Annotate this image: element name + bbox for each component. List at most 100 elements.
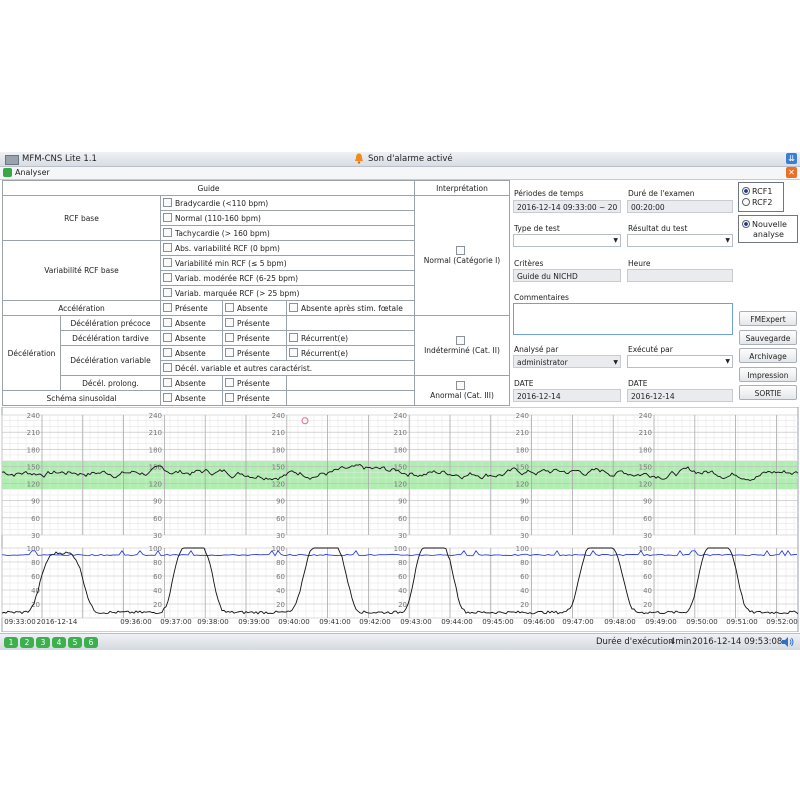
- dec-precoce-label: Décélération précoce: [60, 315, 161, 331]
- prol-absente-option[interactable]: Absente: [160, 375, 223, 391]
- page-tab-6[interactable]: 6: [84, 637, 98, 648]
- dropdown-arrow-icon: ▼: [613, 359, 618, 366]
- checkbox[interactable]: [163, 348, 172, 357]
- interp-anormal-cell[interactable]: Anormal (Cat. III): [414, 375, 510, 406]
- checkbox[interactable]: [163, 333, 172, 342]
- impression-button[interactable]: Impression: [739, 367, 797, 382]
- checkbox[interactable]: [163, 378, 172, 387]
- checkbox[interactable]: [163, 303, 172, 312]
- type-test-dropdown[interactable]: ▼: [513, 234, 621, 247]
- radio-selected[interactable]: [742, 220, 750, 228]
- nouvelle-analyse-radio[interactable]: Nouvelle: [742, 220, 787, 229]
- prec-presente-option[interactable]: Présente: [222, 315, 287, 331]
- checkbox[interactable]: [225, 333, 234, 342]
- normal-rate-option[interactable]: Normal (110-160 bpm): [160, 210, 415, 226]
- page-tab-1[interactable]: 1: [4, 637, 18, 648]
- checkbox[interactable]: [163, 198, 172, 207]
- execute-par-dropdown[interactable]: ▼: [627, 355, 733, 368]
- checkbox[interactable]: [289, 348, 298, 357]
- recurrent-label: Récurrent(e): [301, 334, 349, 343]
- checkbox[interactable]: [163, 318, 172, 327]
- checkbox[interactable]: [163, 213, 172, 222]
- tard-absente-option[interactable]: Absente: [160, 330, 223, 346]
- tard-presente-option[interactable]: Présente: [222, 330, 287, 346]
- guide-table: Guide Interprétation RCF base Bradycardi…: [2, 180, 510, 406]
- checkbox[interactable]: [163, 273, 172, 282]
- sin-presente-option[interactable]: Présente: [222, 390, 287, 406]
- checkbox[interactable]: [225, 348, 234, 357]
- checkbox[interactable]: [163, 258, 172, 267]
- dec-var-autres-option[interactable]: Décél. variable et autres caractérist.: [160, 360, 415, 376]
- periodes-field[interactable]: 2016-12-14 09:33:00 ~ 20: [513, 200, 621, 213]
- sortie-button[interactable]: SORTIE: [739, 385, 797, 400]
- fhr-tick-label: 120: [639, 481, 652, 489]
- fhr-tick-label: 90: [153, 498, 162, 506]
- rcf1-radio[interactable]: RCF1: [742, 187, 772, 196]
- heure-field[interactable]: [627, 269, 733, 282]
- acc-absente-stim-option[interactable]: Absente après stim. fœtale: [286, 300, 415, 316]
- var-presente-option[interactable]: Présente: [222, 345, 287, 361]
- var-mod-option[interactable]: Variab. modérée RCF (6-25 bpm): [160, 270, 415, 286]
- resultat-label: Résultat du test: [628, 224, 688, 233]
- tard-recurrent-option[interactable]: Récurrent(e): [286, 330, 415, 346]
- time-label: 09:36:00: [120, 618, 151, 626]
- duree-field[interactable]: 00:20:00: [627, 200, 733, 213]
- acc-absente-option[interactable]: Absente: [222, 300, 287, 316]
- interp-indet-checkbox[interactable]: [456, 336, 465, 345]
- rcf2-label: RCF2: [752, 198, 773, 207]
- archivage-button[interactable]: Archivage: [739, 348, 797, 363]
- fhr-tick-label: 150: [27, 463, 40, 471]
- criteres-field[interactable]: Guide du NICHD: [513, 269, 621, 282]
- checkbox[interactable]: [163, 243, 172, 252]
- fmexpert-button[interactable]: FMExpert: [739, 311, 797, 326]
- interp-indet-cell[interactable]: Indéterminé (Cat. II): [414, 315, 510, 376]
- commentaires-textarea[interactable]: [513, 303, 733, 335]
- fhr-tick-label: 90: [643, 498, 652, 506]
- checkbox[interactable]: [289, 333, 298, 342]
- tachycardie-option[interactable]: Tachycardie (> 160 bpm): [160, 225, 415, 241]
- radio-selected[interactable]: [742, 187, 750, 195]
- ctg-trace-chart[interactable]: 240 210 180 150 120 90 60 30 100 80 60 40 20 240 210 18…: [0, 407, 800, 632]
- checkbox[interactable]: [225, 318, 234, 327]
- menu-analyser[interactable]: Analyser: [15, 168, 50, 177]
- date-field-2[interactable]: 2016-12-14: [627, 389, 733, 402]
- sin-absente-option[interactable]: Absente: [160, 390, 223, 406]
- var-marq-option[interactable]: Variab. marquée RCF (> 25 bpm): [160, 285, 415, 301]
- date-field-1[interactable]: 2016-12-14: [513, 389, 621, 402]
- var-recurrent-option[interactable]: Récurrent(e): [286, 345, 415, 361]
- checkbox[interactable]: [225, 378, 234, 387]
- sauvegarde-button[interactable]: Sauvegarde: [739, 330, 797, 345]
- prec-absente-option[interactable]: Absente: [160, 315, 223, 331]
- rcf2-radio[interactable]: RCF2: [742, 198, 772, 207]
- close-button[interactable]: ✕: [786, 167, 797, 178]
- checkbox[interactable]: [225, 303, 234, 312]
- checkbox[interactable]: [163, 228, 172, 237]
- analyse-par-dropdown[interactable]: administrator ▼: [513, 355, 621, 368]
- absente-label: Absente: [175, 334, 206, 343]
- collapse-button[interactable]: ⇊: [786, 153, 797, 164]
- radio-unselected[interactable]: [742, 198, 750, 206]
- page-tab-3[interactable]: 3: [36, 637, 50, 648]
- resultat-dropdown[interactable]: ▼: [627, 234, 733, 247]
- var-abs-option[interactable]: Abs. variabilité RCF (0 bpm): [160, 240, 415, 256]
- bradycardie-option[interactable]: Bradycardie (<110 bpm): [160, 195, 415, 211]
- checkbox[interactable]: [163, 363, 172, 372]
- page-tab-4[interactable]: 4: [52, 637, 66, 648]
- interp-anormal-checkbox[interactable]: [456, 381, 465, 390]
- interp-normal-checkbox[interactable]: [456, 246, 465, 255]
- checkbox[interactable]: [163, 288, 172, 297]
- var-absente-option[interactable]: Absente: [160, 345, 223, 361]
- nouvelle-analyse-box[interactable]: Nouvelle analyse: [738, 215, 798, 243]
- speaker-icon[interactable]: [781, 636, 795, 648]
- page-tab-2[interactable]: 2: [20, 637, 34, 648]
- uc-tick-label: 40: [276, 587, 285, 595]
- var-min-option[interactable]: Variabilité min RCF (≤ 5 bpm): [160, 255, 415, 271]
- acc-presente-option[interactable]: Présente: [160, 300, 223, 316]
- checkbox[interactable]: [163, 393, 172, 402]
- var-min-label: Variabilité min RCF (≤ 5 bpm): [175, 259, 287, 268]
- checkbox[interactable]: [225, 393, 234, 402]
- page-tab-5[interactable]: 5: [68, 637, 82, 648]
- prol-presente-option[interactable]: Présente: [222, 375, 287, 391]
- checkbox[interactable]: [289, 303, 298, 312]
- interp-normal-cell[interactable]: Normal (Catégorie I): [414, 195, 510, 316]
